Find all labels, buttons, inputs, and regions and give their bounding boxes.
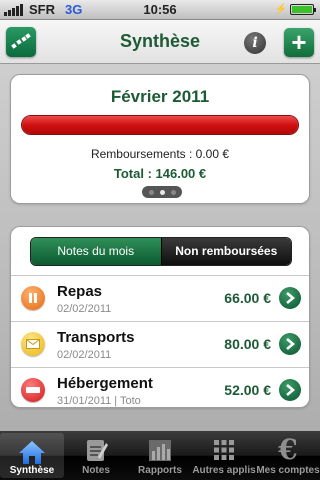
bar-chart-icon	[128, 437, 192, 463]
info-button[interactable]: i	[244, 32, 266, 54]
notepad-icon	[64, 437, 128, 463]
segment-non-remboursees[interactable]: Non remboursées	[160, 238, 291, 265]
note-date: 31/01/2011 | Toto	[57, 395, 141, 407]
note-date: 02/02/2011	[57, 303, 112, 315]
note-title: Transports	[57, 329, 135, 346]
tab-notes[interactable]: Notes	[64, 431, 128, 480]
note-amount: 66.00 €	[224, 290, 271, 306]
reimbursements-text: Remboursements : 0.00 €	[90, 147, 230, 161]
clock: 10:56	[143, 2, 177, 17]
pause-icon	[21, 286, 45, 310]
stop-icon	[21, 378, 45, 402]
home-icon	[0, 439, 64, 465]
tab-rapports[interactable]: Rapports	[128, 431, 192, 480]
tab-mes-comptes[interactable]: € Mes comptes	[256, 431, 320, 480]
tab-bar: Synthèse Notes Rapports Autres applis € …	[0, 431, 320, 480]
chevron-right-icon[interactable]	[279, 379, 301, 401]
note-title: Repas	[57, 283, 103, 300]
envelope-icon	[21, 332, 45, 356]
nav-bar: Synthèse i +	[0, 20, 320, 64]
tab-label: Rapports	[138, 465, 182, 476]
note-amount: 80.00 €	[224, 336, 271, 352]
tab-autres-applis[interactable]: Autres applis	[192, 431, 256, 480]
page-title: Synthèse	[119, 31, 201, 51]
note-date: 02/02/2011	[57, 349, 112, 361]
tab-label: Autres applis	[192, 465, 256, 476]
summary-card: Février 2011 Remboursements : 0.00 € Tot…	[10, 74, 310, 204]
tab-label: Synthèse	[9, 465, 55, 476]
month-title: Février 2011	[110, 87, 210, 106]
list-item[interactable]: Transports 02/02/2011 80.00 €	[11, 322, 309, 367]
tab-label: Notes	[82, 465, 110, 476]
segmented-control: Notes du mois Non remboursées	[30, 237, 292, 266]
notes-card: Notes du mois Non remboursées Repas 02/0…	[10, 226, 310, 408]
page-dot[interactable]	[148, 189, 154, 195]
add-note-button[interactable]: +	[284, 28, 314, 57]
list-item[interactable]: Hébergement 31/01/2011 | Toto 52.00 €	[11, 368, 309, 413]
battery-icon	[290, 4, 316, 15]
grid-icon	[192, 437, 256, 463]
euro-icon: €	[278, 433, 298, 466]
list-item[interactable]: Repas 02/02/2011 66.00 €	[11, 276, 309, 321]
note-title: Hébergement	[57, 375, 153, 392]
note-amount: 52.00 €	[224, 382, 271, 398]
chevron-right-icon[interactable]	[279, 333, 301, 355]
chevron-right-icon[interactable]	[279, 287, 301, 309]
page-dot[interactable]	[159, 189, 165, 195]
reimbursement-progress-bar	[21, 115, 299, 135]
page-control[interactable]	[142, 186, 182, 198]
charging-icon: ⚡	[274, 4, 287, 15]
total-text: Total : 146.00 €	[113, 166, 207, 181]
progress-fill	[22, 116, 298, 134]
status-bar: SFR 3G 10:56 ⚡	[0, 0, 320, 20]
tab-label: Mes comptes	[256, 465, 320, 476]
segment-notes-du-mois[interactable]: Notes du mois	[31, 238, 161, 265]
tab-synthese[interactable]: Synthèse	[0, 433, 64, 478]
page-dot[interactable]	[170, 189, 176, 195]
